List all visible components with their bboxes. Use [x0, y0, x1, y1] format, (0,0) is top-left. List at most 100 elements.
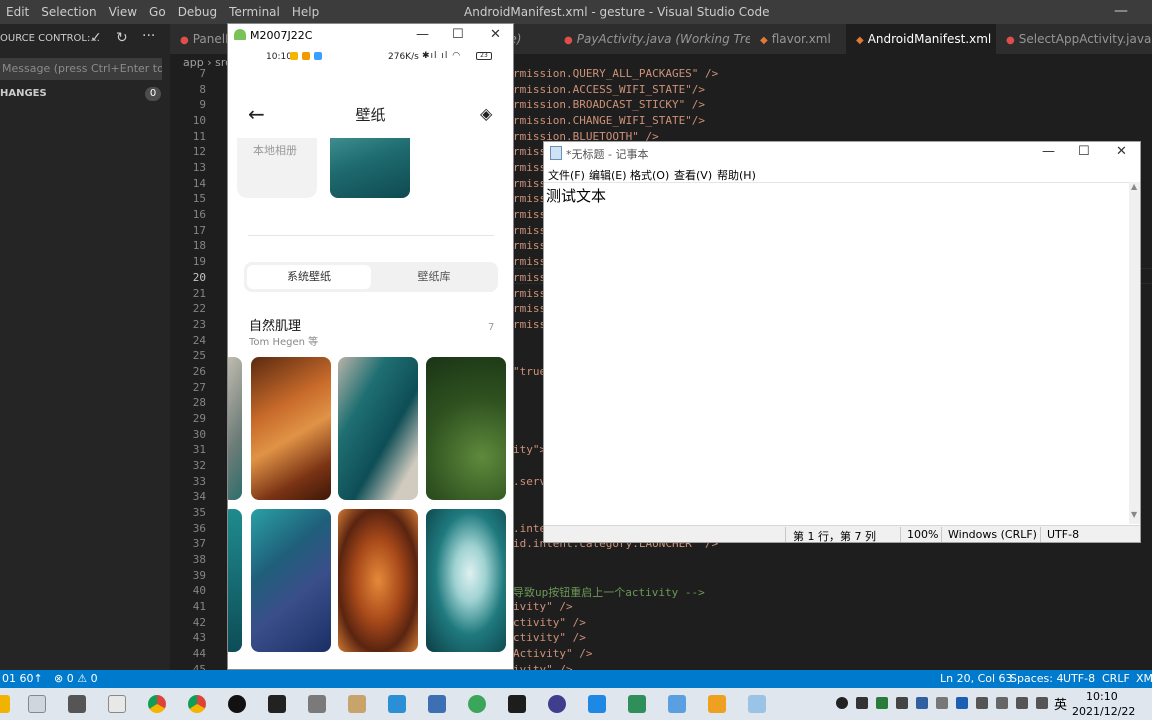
calculator-icon[interactable]: [68, 695, 86, 713]
more-actions-icon[interactable]: ···: [142, 28, 155, 44]
menu-debug[interactable]: Debug: [172, 5, 223, 19]
app-icon[interactable]: [628, 695, 646, 713]
menu-view[interactable]: 查看(V): [674, 167, 712, 183]
brush-icon[interactable]: ◈: [480, 104, 492, 123]
app-icon[interactable]: [308, 695, 326, 713]
tab-payactivity[interactable]: ● PayActivity.java (Working Tree): [554, 24, 775, 54]
app-icon[interactable]: [28, 695, 46, 713]
section-count[interactable]: 7: [488, 322, 494, 333]
microphone-icon[interactable]: [856, 697, 868, 709]
wallpaper-thumbnail[interactable]: [228, 509, 242, 652]
vscode-menu-bar: Edit Selection View Go Debug Terminal He…: [0, 5, 325, 19]
taskbar-date[interactable]: 2021/12/22: [1072, 705, 1135, 718]
wallpaper-thumbnail[interactable]: [426, 357, 506, 500]
app-icon[interactable]: [468, 695, 486, 713]
wifi-icon[interactable]: [1016, 697, 1028, 709]
bluetooth-icon[interactable]: [956, 697, 968, 709]
line-number: 39: [192, 568, 206, 582]
scroll-up-icon[interactable]: ▲: [1131, 182, 1137, 191]
close-icon[interactable]: ✕: [490, 27, 501, 42]
app-icon[interactable]: [588, 695, 606, 713]
menu-file[interactable]: 文件(F): [548, 167, 585, 183]
menu-edit[interactable]: Edit: [0, 5, 35, 19]
close-icon[interactable]: ✕: [1116, 144, 1127, 159]
terminal-icon[interactable]: [268, 695, 286, 713]
refresh-icon[interactable]: ↻: [116, 30, 128, 46]
wallpaper-thumbnail[interactable]: [426, 509, 506, 652]
cursor-position[interactable]: Ln 20, Col 63: [940, 672, 1013, 685]
tab-wallpaper-library[interactable]: 壁纸库: [372, 265, 496, 289]
changes-label[interactable]: HANGES: [0, 88, 47, 99]
vscode-icon[interactable]: [388, 695, 406, 713]
commit-check-icon[interactable]: ✓: [90, 30, 102, 46]
menu-help[interactable]: 帮助(H): [717, 167, 756, 183]
encoding-status[interactable]: UTF-8: [1063, 672, 1095, 685]
sync-status[interactable]: 01 60↑: [2, 672, 43, 685]
app-icon[interactable]: [508, 695, 526, 713]
maximize-icon[interactable]: ☐: [1078, 144, 1090, 159]
line-number: 16: [192, 208, 206, 222]
wallpaper-thumbnail[interactable]: [251, 509, 331, 652]
notepad-taskbar-icon[interactable]: [108, 695, 126, 713]
wallpaper-thumbnail[interactable]: [330, 138, 410, 198]
tray-icon[interactable]: [996, 697, 1008, 709]
phone-screen[interactable]: 10:10 276K/s ✱ıl ıl ◠ 23 ← 壁纸 ◈ 本地相册 系统壁…: [228, 46, 513, 669]
tab-flavor[interactable]: ◆ flavor.xml: [750, 24, 841, 54]
menu-terminal[interactable]: Terminal: [223, 5, 286, 19]
input-method-indicator[interactable]: 英: [1054, 694, 1067, 713]
problems-status[interactable]: ⊗ 0 ⚠ 0: [54, 672, 98, 685]
tray-icon[interactable]: [896, 697, 908, 709]
menu-selection[interactable]: Selection: [35, 5, 102, 19]
wallpaper-thumbnail[interactable]: [228, 357, 242, 500]
menu-edit[interactable]: 编辑(E): [589, 167, 627, 183]
android-studio-icon[interactable]: [668, 695, 686, 713]
wallpaper-thumbnail[interactable]: [338, 357, 418, 500]
line-number: 17: [192, 223, 206, 237]
notepad-status-bar: 第 1 行，第 7 列 100% Windows (CRLF) UTF-8: [544, 525, 1140, 543]
menu-help[interactable]: Help: [286, 5, 325, 19]
app-icon[interactable]: [548, 695, 566, 713]
commit-message-input[interactable]: Message (press Ctrl+Enter to: [0, 58, 162, 80]
maximize-icon[interactable]: ☐: [452, 27, 464, 42]
tab-selectappactivity[interactable]: ● SelectAppActivity.java: [996, 24, 1152, 54]
tray-icon[interactable]: [976, 697, 988, 709]
minimize-icon[interactable]: —: [416, 27, 429, 42]
local-album-card[interactable]: 本地相册: [237, 138, 317, 198]
notepad-menu-bar: 文件(F) 编辑(E) 格式(O) 查看(V) 帮助(H): [544, 164, 1140, 182]
scroll-down-icon[interactable]: ▼: [1131, 510, 1137, 519]
wallpaper-thumbnail[interactable]: [251, 357, 331, 500]
tray-icon[interactable]: [916, 697, 928, 709]
vertical-scrollbar[interactable]: ▲ ▼: [1129, 182, 1140, 524]
notepad-text-area[interactable]: 测试文本: [544, 182, 1129, 524]
tab-androidmanifest[interactable]: ◆AndroidManifest.xml×: [846, 24, 1020, 54]
app-icon[interactable]: [428, 695, 446, 713]
chrome-icon[interactable]: [148, 695, 166, 713]
app-icon[interactable]: [708, 695, 726, 713]
qq-icon[interactable]: [228, 695, 246, 713]
menu-view[interactable]: View: [103, 5, 143, 19]
tab-system-wallpaper[interactable]: 系统壁纸: [247, 265, 371, 289]
language-mode[interactable]: XM: [1136, 672, 1152, 685]
taskbar-clock[interactable]: 10:10: [1086, 690, 1118, 703]
section-title[interactable]: 自然肌理: [249, 315, 301, 334]
source-control-header: OURCE CONTROL:... ✓ ↻ ···: [0, 28, 170, 52]
line-number: 30: [192, 427, 206, 441]
line-number: 8: [199, 82, 206, 96]
tray-icon[interactable]: [836, 697, 848, 709]
network-speed: 276K/s: [388, 52, 419, 62]
tray-icon[interactable]: [936, 697, 948, 709]
app-icon[interactable]: [748, 695, 766, 713]
notepad-window: *无标题 - 记事本 — ☐ ✕ 文件(F) 编辑(E) 格式(O) 查看(V)…: [543, 141, 1141, 543]
tray-icon[interactable]: [876, 697, 888, 709]
file-explorer-icon[interactable]: [0, 695, 10, 713]
app-icon[interactable]: [348, 695, 366, 713]
menu-go[interactable]: Go: [143, 5, 172, 19]
minimize-icon[interactable]: —: [1042, 144, 1055, 159]
wallpaper-thumbnail[interactable]: [338, 509, 418, 652]
chrome-icon[interactable]: [188, 695, 206, 713]
indentation-status[interactable]: Spaces: 4: [1010, 672, 1063, 685]
volume-icon[interactable]: [1036, 697, 1048, 709]
eol-status[interactable]: CRLF: [1102, 672, 1130, 685]
minimize-icon[interactable]: —: [1114, 3, 1128, 19]
menu-format[interactable]: 格式(O): [630, 167, 669, 183]
